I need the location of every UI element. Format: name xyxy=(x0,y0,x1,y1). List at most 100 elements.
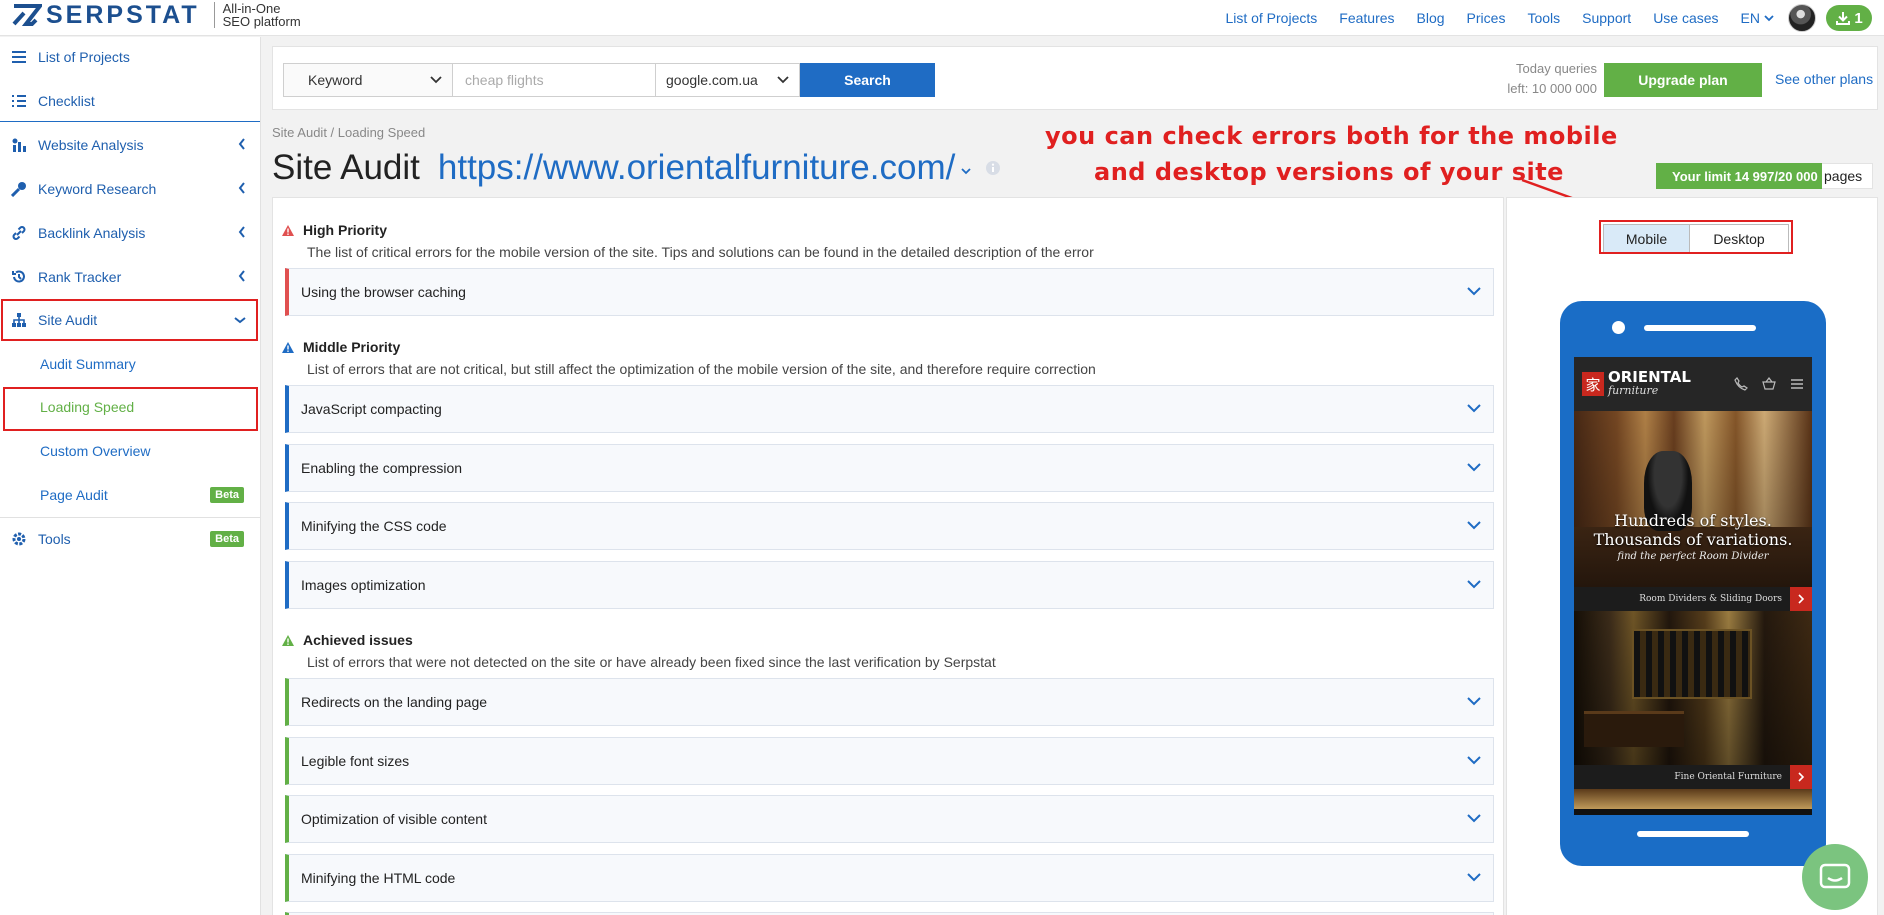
sidebar-divider xyxy=(0,121,260,122)
gear-icon xyxy=(0,531,38,547)
search-placeholder: cheap flights xyxy=(465,72,544,88)
page-limit: Your limit 14 997/20 000 pages xyxy=(1656,163,1874,189)
middle-priority-heading: Middle Priority xyxy=(281,339,400,355)
achieved-issues-desc: List of errors that were not detected on… xyxy=(307,654,996,670)
error-row-javascript-compacting[interactable]: JavaScript compacting xyxy=(285,385,1494,433)
row-label: Minifying the CSS code xyxy=(301,518,447,534)
warning-red-icon xyxy=(282,224,294,236)
sidebar-item-keyword-research[interactable]: Keyword Research xyxy=(0,169,260,209)
search-engine-select[interactable]: google.com.ua xyxy=(655,63,800,97)
search-engine-value: google.com.ua xyxy=(666,72,758,88)
nav-list-of-projects[interactable]: List of Projects xyxy=(1225,10,1317,26)
sidebar-sub-page-audit[interactable]: Page Audit Beta xyxy=(0,475,260,515)
chevron-down-icon xyxy=(1467,404,1481,413)
logo-mark-icon xyxy=(12,4,42,26)
error-row-browser-caching[interactable]: Using the browser caching xyxy=(285,268,1494,316)
top-bar: SERPSTAT All-in-One SEO platform List of… xyxy=(0,0,1884,36)
sidebar-item-label: Rank Tracker xyxy=(38,269,122,285)
nav-prices[interactable]: Prices xyxy=(1467,10,1506,26)
chevron-left-icon xyxy=(238,226,245,238)
sidebar-item-rank-tracker[interactable]: Rank Tracker xyxy=(0,257,260,297)
language-selector[interactable]: EN xyxy=(1741,10,1774,26)
preview-panel: Mobile Desktop 家 ORIENTAL furniture Hund… xyxy=(1506,197,1878,915)
error-row-minifying-html[interactable]: Minifying the HTML code xyxy=(285,854,1494,902)
hamburger-icon xyxy=(1791,379,1803,389)
chevron-down-icon[interactable] xyxy=(961,168,971,175)
project-url-select[interactable]: https://www.orientalfurniture.com/ xyxy=(438,148,955,188)
sidebar-item-label: List of Projects xyxy=(38,49,130,65)
nav-use-cases[interactable]: Use cases xyxy=(1653,10,1718,26)
sidebar-sub-custom-overview[interactable]: Custom Overview xyxy=(0,431,260,471)
chevron-down-icon xyxy=(1467,580,1481,589)
row-label: Images optimization xyxy=(301,577,426,593)
see-other-plans-link[interactable]: See other plans xyxy=(1775,71,1873,87)
limit-bar: Your limit 14 997/20 000 xyxy=(1656,163,1822,189)
nav-support[interactable]: Support xyxy=(1582,10,1631,26)
chevron-down-icon xyxy=(777,76,789,84)
site-screenshot: 家 ORIENTAL furniture Hundreds of styles.… xyxy=(1574,357,1812,815)
site-header-icons xyxy=(1734,377,1804,391)
link-icon xyxy=(0,225,38,241)
nav-tools[interactable]: Tools xyxy=(1527,10,1560,26)
sidebar-item-backlink-analysis[interactable]: Backlink Analysis xyxy=(0,213,260,253)
basket-icon xyxy=(1762,377,1776,390)
error-row-images-optimization[interactable]: Images optimization xyxy=(285,561,1494,609)
info-icon[interactable] xyxy=(985,160,1001,176)
error-row-redirects[interactable]: Redirects on the landing page xyxy=(285,678,1494,726)
hero-headline: Hundreds of styles. Thousands of variati… xyxy=(1574,511,1812,549)
sidebar-sub-label: Page Audit xyxy=(40,487,108,503)
error-row-visible-content[interactable]: Optimization of visible content xyxy=(285,795,1494,843)
sidebar-item-label: Checklist xyxy=(38,93,95,109)
hero-line2: Thousands of variations. xyxy=(1593,530,1793,549)
row-label: Optimization of visible content xyxy=(301,811,487,827)
chevron-down-icon xyxy=(1467,697,1481,706)
nav-features[interactable]: Features xyxy=(1339,10,1394,26)
highlight-device-toggle xyxy=(1599,220,1793,254)
upgrade-plan-button[interactable]: Upgrade plan xyxy=(1604,63,1762,97)
sidebar-item-list-of-projects[interactable]: List of Projects xyxy=(0,37,260,77)
chat-icon xyxy=(1819,863,1851,889)
search-type-select[interactable]: Keyword xyxy=(283,63,453,97)
sidebar-item-label: Backlink Analysis xyxy=(38,225,146,241)
sidebar-item-label: Keyword Research xyxy=(38,181,157,197)
phone-icon xyxy=(1734,377,1748,391)
warning-green-icon xyxy=(282,634,294,646)
error-row-enabling-compression[interactable]: Enabling the compression xyxy=(285,444,1494,492)
phone-home-bar xyxy=(1637,831,1749,837)
chevron-down-icon xyxy=(430,76,442,84)
search-button[interactable]: Search xyxy=(800,63,935,97)
avatar[interactable] xyxy=(1788,4,1816,32)
sidebar-divider xyxy=(0,517,260,518)
chevron-down-icon xyxy=(1467,814,1481,823)
sidebar-sub-label: Custom Overview xyxy=(40,443,151,459)
chevron-left-icon xyxy=(238,270,245,282)
error-row-minifying-css[interactable]: Minifying the CSS code xyxy=(285,502,1494,550)
chat-button[interactable] xyxy=(1802,844,1868,910)
page-title: Site Audit https://www.orientalfurniture… xyxy=(272,148,1001,188)
highlight-site-audit xyxy=(1,299,258,341)
serpstat-logo[interactable]: SERPSTAT All-in-One SEO platform xyxy=(12,2,301,28)
sidebar-item-website-analysis[interactable]: Website Analysis xyxy=(0,125,260,165)
section-title: High Priority xyxy=(303,222,388,238)
menu-icon xyxy=(0,50,38,64)
nav-blog[interactable]: Blog xyxy=(1417,10,1445,26)
downloads-button[interactable]: 1 xyxy=(1826,5,1872,31)
search-input[interactable]: cheap flights xyxy=(453,63,657,97)
sidebar-item-label: Tools xyxy=(38,531,71,547)
bar-label: Fine Oriental Furniture xyxy=(1674,772,1782,782)
row-label: Redirects on the landing page xyxy=(301,694,488,710)
site-furniture-image xyxy=(1574,611,1812,765)
site-bar-fine-furniture: Fine Oriental Furniture xyxy=(1574,765,1812,789)
queries-line2: left: 10 000 000 xyxy=(1507,81,1597,96)
row-label: Minifying the HTML code xyxy=(301,870,456,886)
breadcrumb: Site Audit / Loading Speed xyxy=(272,125,426,140)
error-row-legible-font-sizes[interactable]: Legible font sizes xyxy=(285,737,1494,785)
site-header: 家 ORIENTAL furniture xyxy=(1574,357,1812,411)
chevron-down-icon xyxy=(1764,14,1774,21)
sidebar-item-tools[interactable]: Tools Beta xyxy=(0,519,260,559)
sidebar-sub-audit-summary[interactable]: Audit Summary xyxy=(0,344,260,384)
brand-tagline: All-in-One SEO platform xyxy=(223,2,301,28)
sidebar-item-checklist[interactable]: Checklist xyxy=(0,81,260,121)
achieved-issues-heading: Achieved issues xyxy=(281,632,413,648)
top-nav: List of Projects Features Blog Prices To… xyxy=(1203,0,1872,36)
